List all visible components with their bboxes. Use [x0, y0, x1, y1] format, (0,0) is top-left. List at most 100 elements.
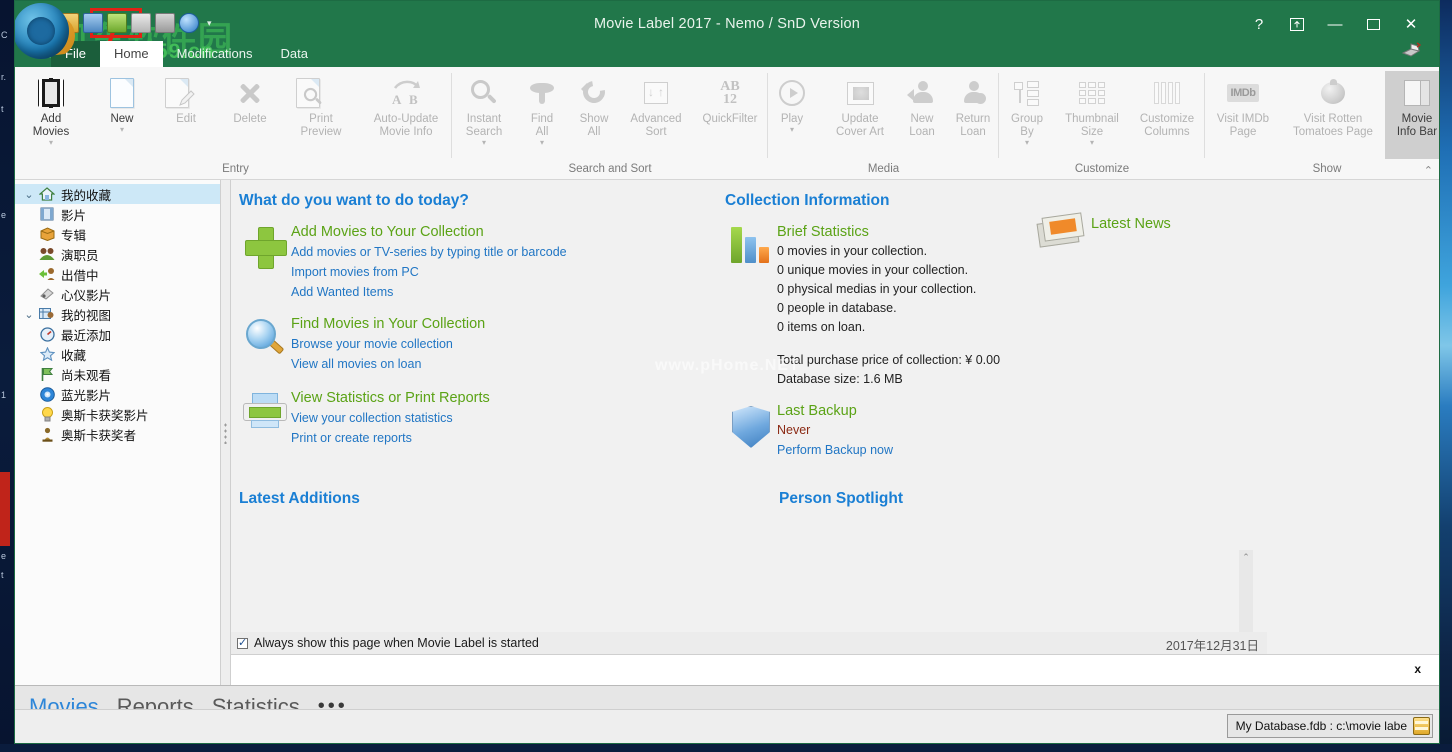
desktop-text-fragment: 1 [1, 390, 7, 400]
link-browse-collection[interactable]: Browse your movie collection [291, 334, 485, 354]
ribbon-button-thumbnail-size[interactable]: Thumbnail Size ▾ [1055, 71, 1129, 147]
ribbon-button-play[interactable]: Play ▾ [768, 71, 816, 134]
ribbon-button-customize-columns[interactable]: Customize Columns [1129, 71, 1205, 139]
database-icon [1413, 717, 1430, 735]
ribbon-button-new-loan[interactable]: New Loan [897, 71, 947, 139]
content-area: ⌄ 我的收藏 影片 专辑 演职员 出借中 心仪影片 ⌄ 我的视图 最近添加 收藏… [15, 180, 1439, 685]
sidebar-item-not-watched-yet[interactable]: 尚未观看 [15, 364, 220, 384]
scroll-up-icon[interactable]: ⌃ [1239, 550, 1253, 563]
ribbon-button-return-loan[interactable]: Return Loan [947, 71, 999, 139]
sidebar-item-label: 出借中 [61, 268, 99, 283]
ribbon-button-label: Info Bar [1396, 126, 1438, 138]
always-show-row[interactable]: Always show this page when Movie Label i… [231, 632, 833, 654]
ribbon-button-label: Auto-Update [373, 113, 439, 125]
sidebar-item-my-views[interactable]: ⌄ 我的视图 [15, 304, 220, 324]
ribbon-button-label: Customize [1139, 113, 1195, 125]
welcome-scrollbar[interactable]: ⌃ [1239, 550, 1253, 638]
tab-data[interactable]: Data [267, 41, 322, 67]
undo-icon [578, 73, 610, 113]
ribbon-button-instant-search[interactable]: Instant Search ▾ [452, 71, 516, 147]
save-icon[interactable] [83, 13, 103, 33]
tab-modifications[interactable]: Modifications [163, 41, 267, 67]
collapse-ribbon-button[interactable]: ⌃ [1424, 164, 1433, 177]
ribbon-button-show-all[interactable]: Show All [568, 71, 620, 139]
sidebar-splitter[interactable] [221, 180, 231, 685]
sidebar-item-movies[interactable]: 影片 [15, 204, 220, 224]
link-print-or-create-reports[interactable]: Print or create reports [291, 428, 490, 448]
sidebar-item-label: 奥斯卡获奖影片 [61, 408, 149, 423]
database-status-chip[interactable]: My Database.fdb : c:\movie labe [1226, 714, 1433, 738]
sidebar-item-cast-crew[interactable]: 演职员 [15, 244, 220, 264]
ribbon-group-label: Customize [1074, 163, 1130, 175]
chevron-down-icon[interactable]: ⌄ [21, 188, 37, 201]
info-icon[interactable] [179, 13, 199, 33]
ribbon-button-edit[interactable]: Edit [154, 71, 218, 126]
ribbon-button-new[interactable]: New ▾ [90, 71, 154, 134]
ribbon-button-delete[interactable]: Delete [218, 71, 282, 126]
app-logo-icon[interactable] [15, 1, 79, 59]
chevron-down-icon[interactable]: ▾ [790, 126, 794, 134]
ribbon-button-find-all[interactable]: Find All ▾ [516, 71, 568, 147]
chevron-down-icon[interactable]: ▾ [540, 139, 544, 147]
help-button[interactable]: ? [1241, 11, 1277, 37]
sidebar-item-oscar-winners[interactable]: 奥斯卡获奖者 [15, 424, 220, 444]
ab12-icon: AB 12 [720, 79, 740, 107]
ribbon-button-update-cover-art[interactable]: Update Cover Art [823, 71, 897, 139]
sidebar-item-label: 专辑 [61, 228, 87, 243]
minimize-button[interactable]: — [1317, 11, 1353, 37]
sidebar-item-recently-added[interactable]: 最近添加 [15, 324, 220, 344]
qat-overflow-caret-icon[interactable]: ▾ [207, 18, 212, 29]
new-loan-icon [907, 73, 935, 113]
pencil-page-icon [165, 73, 207, 113]
window-controls: ? — ✕ [1241, 11, 1429, 37]
link-view-collection-statistics[interactable]: View your collection statistics [291, 408, 490, 428]
quick-access-toolbar[interactable]: ▾ [59, 13, 212, 33]
restore-small-icon [1290, 17, 1304, 31]
sidebar-item-oscar-winning-movies[interactable]: 奥斯卡获奖影片 [15, 404, 220, 424]
always-show-checkbox[interactable] [237, 636, 248, 649]
link-add-movies-by-title[interactable]: Add movies or TV-series by typing title … [291, 242, 567, 262]
ribbon-button-label: Tomatoes Page [1293, 126, 1373, 138]
link-perform-backup-now[interactable]: Perform Backup now [777, 440, 893, 460]
ribbon-display-options-button[interactable] [1279, 11, 1315, 37]
ribbon-button-label: Edit [176, 113, 196, 125]
ribbon-button-advanced-sort[interactable]: ↓ ↑ Advanced Sort [620, 71, 692, 139]
edit-icon[interactable] [131, 13, 151, 33]
sidebar-item-on-loan[interactable]: 出借中 [15, 264, 220, 284]
sidebar-item-albums[interactable]: 专辑 [15, 224, 220, 244]
printer-icon [239, 390, 291, 448]
ribbon-button-visit-imdb-page[interactable]: IMDb Visit IMDb Page [1205, 71, 1281, 139]
ribbon-button-quickfilter[interactable]: AB 12 QuickFilter [692, 71, 768, 126]
sidebar-item-my-collection[interactable]: ⌄ 我的收藏 [15, 184, 220, 204]
sidebar-item-bluray-movies[interactable]: 蓝光影片 [15, 384, 220, 404]
chevron-down-icon[interactable]: ▾ [1090, 139, 1094, 147]
chevron-down-icon[interactable]: ▾ [49, 139, 53, 147]
maximize-button[interactable] [1355, 11, 1391, 37]
ribbon-button-add-movies[interactable]: Add Movies ▾ [19, 71, 83, 147]
chevron-down-icon[interactable]: ⌄ [21, 308, 37, 321]
sidebar-item-wanted-movies[interactable]: 心仪影片 [15, 284, 220, 304]
ribbon-button-group-by[interactable]: Group By ▾ [999, 71, 1055, 147]
sidebar-item-label: 我的视图 [61, 308, 112, 323]
plus-icon [239, 224, 291, 302]
print-icon[interactable] [155, 13, 175, 33]
close-welcome-button[interactable]: x [1414, 662, 1421, 676]
link-view-movies-on-loan[interactable]: View all movies on loan [291, 354, 485, 374]
chevron-down-icon[interactable]: ▾ [482, 139, 486, 147]
ribbon-button-label: Delete [233, 113, 267, 125]
ribbon-button-auto-update-movie-info[interactable]: A B Auto-Update Movie Info [360, 71, 452, 139]
chevron-down-icon[interactable]: ▾ [120, 126, 124, 134]
ribbon-button-label: Columns [1144, 126, 1190, 138]
close-button[interactable]: ✕ [1393, 11, 1429, 37]
ribbon-button-visit-rotten-tomatoes-page[interactable]: Visit Rotten Tomatoes Page [1281, 71, 1385, 139]
link-add-wanted-items[interactable]: Add Wanted Items [291, 282, 567, 302]
tab-home[interactable]: Home [99, 41, 163, 67]
info-bar-icon [1404, 73, 1430, 113]
link-import-movies-from-pc[interactable]: Import movies from PC [291, 262, 567, 282]
ribbon-button-print-preview[interactable]: Print Preview [289, 71, 353, 139]
sidebar-item-favorites[interactable]: 收藏 [15, 344, 220, 364]
add-icon[interactable] [107, 13, 127, 33]
welcome-block-statistics-reports: View Statistics or Print Reports View yo… [239, 390, 709, 448]
ribbon-button-movie-info-bar[interactable]: Movie Info Bar [1385, 71, 1439, 159]
chevron-down-icon[interactable]: ▾ [1025, 139, 1029, 147]
